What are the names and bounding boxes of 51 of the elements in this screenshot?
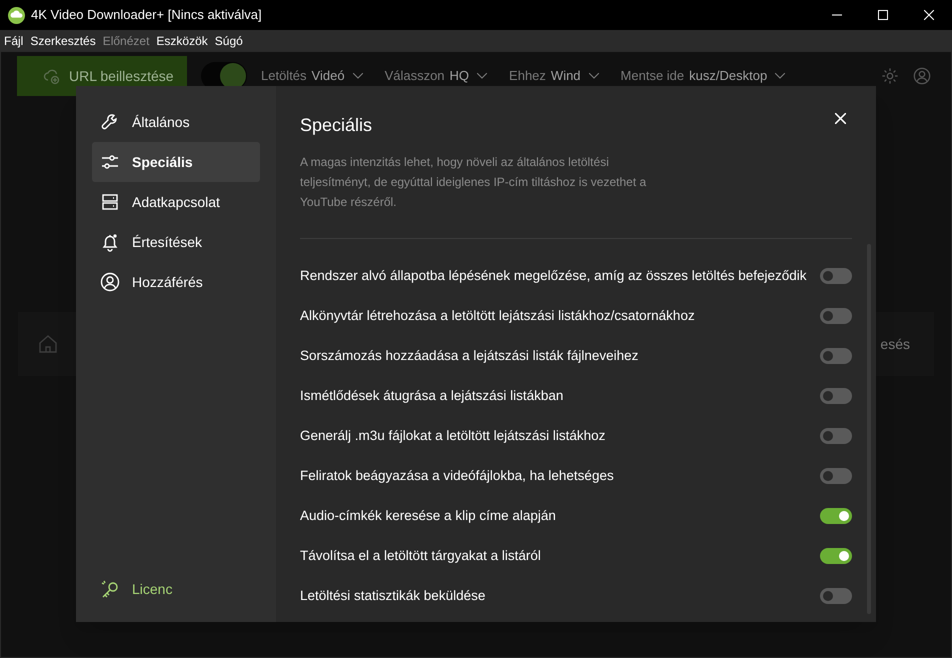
menu-item[interactable]: Fájl: [4, 32, 24, 50]
menu-item[interactable]: Eszközök: [156, 32, 208, 50]
sidebar-item[interactable]: Adatkapcsolat: [92, 182, 260, 222]
toggle-switch[interactable]: [820, 388, 852, 404]
setting-label: Generálj .m3u fájlokat a letöltött lejátszási listákhoz: [300, 426, 606, 445]
setting-label: Távolítsa el a letöltött tárgyakat a listáról: [300, 546, 541, 565]
storage-icon: [100, 192, 120, 212]
menu-item[interactable]: Súgó: [214, 32, 243, 50]
toggle-switch[interactable]: [820, 548, 852, 564]
app-logo-icon: [8, 6, 25, 24]
license-link[interactable]: Licenc: [92, 579, 260, 600]
dropdown[interactable]: Mentse ide kusz/Desktop: [620, 66, 786, 86]
toggle-switch[interactable]: [820, 348, 852, 364]
setting-label: Feliratok beágyazása a videófájlokba, ha lehetséges: [300, 466, 614, 485]
dropdown[interactable]: Letöltés Videó: [261, 66, 363, 86]
setting-label: Letöltési statisztikák beküldése: [300, 586, 486, 605]
chevron-down-icon: [775, 73, 786, 79]
toggle-switch[interactable]: [820, 468, 852, 484]
toggle-switch[interactable]: [820, 428, 852, 444]
toggle-switch[interactable]: [820, 508, 852, 524]
tab-label[interactable]: esés: [880, 334, 910, 354]
cloud-plus-icon: [43, 67, 61, 85]
sidebar-item[interactable]: Értesítések: [92, 222, 260, 262]
maximize-icon: [878, 10, 888, 20]
user-icon: [100, 272, 120, 292]
setting-label: Audio-címkék keresése a klip címe alapján: [300, 506, 556, 525]
dropdown[interactable]: Ehhez Wind: [509, 66, 599, 86]
toggle-switch[interactable]: [820, 588, 852, 604]
sidebar-item[interactable]: Speciális: [92, 142, 260, 182]
close-icon: [924, 10, 934, 20]
chevron-down-icon: [352, 73, 363, 79]
setting-label: Sorszámozás hozzáadása a lejátszási listák fájlneveihez: [300, 346, 638, 365]
chevron-down-icon: [477, 73, 488, 79]
setting-label: Alkönyvtár létrehozása a letöltött lejátszási listákhoz/csatornákhoz: [300, 306, 695, 325]
sidebar-item[interactable]: Általános: [92, 102, 260, 142]
description: A magas intenzitás lehet, hogy növeli az általános letöltési teljesítményt, de egyúttal ideiglenes IP-cím tiltáshoz is vezethet a YouTube részéről.: [300, 154, 648, 211]
sidebar-item[interactable]: Hozzáférés: [92, 262, 260, 302]
menu-item[interactable]: Szerkesztés: [30, 32, 96, 50]
dialog-title: Speciális: [300, 114, 372, 137]
window-title: 4K Video Downloader+ [Nincs aktiválva]: [31, 6, 262, 24]
home-icon[interactable]: [38, 334, 58, 354]
setting-label: Ismétlődések átugrása a lejátszási listákban: [300, 386, 564, 405]
toggle-switch[interactable]: [820, 308, 852, 324]
setting-label: Rendszer alvó állapotba lépésének megelőzése, amíg az összes letöltés befejeződik: [300, 266, 807, 285]
toggle-switch[interactable]: [820, 268, 852, 284]
bell-icon: [100, 232, 120, 252]
key-icon: [100, 580, 120, 600]
chevron-down-icon: [588, 73, 599, 79]
close-icon[interactable]: [835, 113, 846, 124]
account-icon[interactable]: [913, 67, 931, 85]
dropdown[interactable]: Válasszon HQ: [384, 66, 488, 86]
